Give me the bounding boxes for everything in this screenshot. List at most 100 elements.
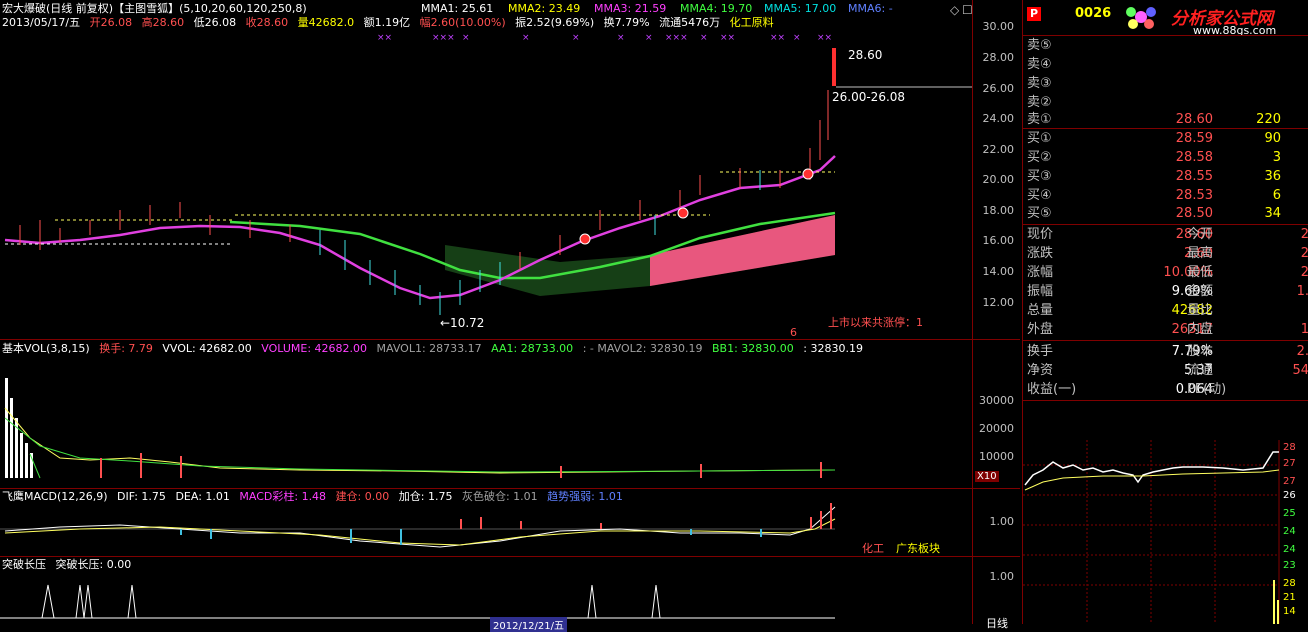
breakout-axis-divider: [972, 557, 973, 624]
bid-vol: 3: [1272, 150, 1281, 165]
bid-label: 买①: [1027, 131, 1052, 146]
bid-row-4[interactable]: 买④ 28.53 6: [1027, 186, 1308, 205]
stat-label: 涨幅: [1027, 265, 1054, 280]
breakout-chart-canvas: [0, 584, 835, 619]
vol-vvol: VVOL: 42682.00: [162, 342, 252, 355]
bid-row-3[interactable]: 买③ 28.55 36: [1027, 167, 1308, 186]
range-label: 26.00-26.08: [832, 90, 906, 104]
quote-change: 幅2.60(10.00%): [419, 16, 506, 29]
mini-tick: 24: [1283, 544, 1296, 555]
quote-low: 低26.08: [193, 16, 237, 29]
stat-label: 内盘: [1187, 322, 1214, 337]
bid-price: 28.58: [1175, 150, 1213, 165]
stock-title: 宏大爆破(日线 前复权)【主图雪狐】: [2, 2, 180, 15]
stat-value: 1.: [1296, 284, 1308, 299]
stat-value: 2: [1300, 227, 1308, 242]
vol-tick: 30000: [979, 394, 1014, 407]
stat-label: 涨跌: [1027, 246, 1054, 261]
stat-label: 流通: [1187, 363, 1214, 378]
stat-label: 总量: [1027, 303, 1054, 318]
svg-text:××: ××: [377, 33, 392, 43]
p-icon: P: [1027, 7, 1041, 21]
vol-title: 基本VOL(3,8,15): [2, 342, 90, 355]
macd-chart-canvas: [0, 503, 836, 548]
stock-code: 0026: [1075, 6, 1112, 21]
price-tick: 12.00: [982, 296, 1015, 309]
price-tick: 16.00: [982, 234, 1015, 247]
svg-text:×: ×: [700, 33, 708, 43]
ask-row-3[interactable]: 卖③: [1027, 74, 1308, 93]
price-tick: 30.00: [982, 20, 1015, 33]
stat-value: 2.: [1296, 344, 1308, 359]
stat-label: 振幅: [1027, 284, 1054, 299]
quote-industry: 化工原料: [729, 16, 774, 29]
bid-label: 买⑤: [1027, 206, 1052, 221]
quote-close: 收28.60: [245, 16, 289, 29]
price-tick: 24.00: [982, 112, 1015, 125]
stat-label: 量比: [1187, 303, 1214, 318]
stat-label: 最高: [1187, 246, 1214, 261]
low-price-label: ←10.72: [440, 316, 485, 330]
vol-last: : 32830.19: [803, 342, 863, 355]
mma1-value: MMA1: 25.61: [421, 2, 494, 15]
sector-guangdong[interactable]: 广东板块: [896, 540, 940, 556]
svg-text:×: ×: [617, 33, 625, 43]
stat-row-outer: 外盘 26317 内盘 1: [1027, 320, 1308, 339]
ask-row-4[interactable]: 卖④: [1027, 55, 1308, 74]
main-axis-divider: [972, 0, 973, 339]
mma5-value: MMA5: 17.00: [764, 2, 837, 15]
stat-row-change: 涨跌 2.60 最高 2: [1027, 244, 1308, 263]
ask-label: 卖④: [1027, 57, 1052, 72]
chevron-down-icon[interactable]: ◇: [950, 3, 959, 17]
cursor-date: 2012/12/21/五: [490, 617, 568, 632]
stock-header: 宏大爆破(日线 前复权)【主图雪狐】(5,10,20,60,120,250,8)…: [2, 2, 893, 16]
intraday-mini-chart: [1023, 440, 1280, 624]
stat-row-price: 现价 28.60 今开 2: [1027, 225, 1308, 244]
bid-row-5[interactable]: 买⑤ 28.50 34: [1027, 204, 1308, 223]
limit-up-count: 上市以来共涨停：1: [828, 316, 923, 329]
sector-chem[interactable]: 化工: [862, 540, 884, 556]
ask-row-1[interactable]: 卖① 28.60 220: [1027, 110, 1308, 129]
stat-label: 现价: [1027, 227, 1054, 242]
mini-tick: 26: [1283, 490, 1296, 501]
breakout-panel[interactable]: 突破长压 突破长压: 0.00 2012/12/21/五 1.00 日线: [0, 557, 1020, 632]
main-chart-panel[interactable]: 宏大爆破(日线 前复权)【主图雪狐】(5,10,20,60,120,250,8)…: [0, 0, 1020, 340]
mma2-value: MMA2: 23.49: [508, 2, 581, 15]
stat-label: 最低: [1187, 265, 1214, 280]
macd-tick: 1.00: [989, 515, 1015, 528]
stat-label: 今开: [1187, 227, 1214, 242]
mini-tick: 23: [1283, 560, 1296, 571]
vol-mavol2: : - MAVOL2: 32830.19: [582, 342, 703, 355]
vol-mavol1: MAVOL1: 28733.17: [376, 342, 482, 355]
bid-price: 28.50: [1175, 206, 1213, 221]
macd-panel[interactable]: 飞鹰MACD(12,26,9) DIF: 1.75 DEA: 1.01 MACD…: [0, 489, 1020, 557]
volume-panel[interactable]: 基本VOL(3,8,15) 换手: 7.79 VVOL: 42682.00 VO…: [0, 340, 1020, 489]
mma6-value: MMA6: -: [848, 2, 893, 15]
stat2-row-turnover: 换手 7.79% 股本 2.: [1027, 342, 1308, 361]
svg-text:××: ××: [770, 33, 785, 43]
price-tick: 20.00: [982, 173, 1015, 186]
ask-row-5[interactable]: 卖⑤: [1027, 36, 1308, 55]
vol-tick: 10000: [979, 450, 1014, 463]
stat-value: 2: [1300, 246, 1308, 261]
order-book-panel: P 0026 分析家公式网 www.88gs.com 卖⑤ 卖④ 卖③ 卖② 卖…: [1022, 0, 1308, 624]
bid-row-2[interactable]: 买② 28.58 3: [1027, 148, 1308, 167]
ask-label: 卖⑤: [1027, 38, 1052, 53]
vol-axis-divider: [972, 340, 973, 488]
quote-line: 2013/05/17/五 开26.08 高28.60 低26.08 收28.60…: [2, 16, 780, 30]
period-label[interactable]: 日线: [986, 615, 1008, 631]
ask-vol: 220: [1256, 112, 1281, 127]
quote-volume: 量42682.0: [297, 16, 355, 29]
bid-price: 28.53: [1175, 188, 1213, 203]
bid-label: 买③: [1027, 169, 1052, 184]
volume-header: 基本VOL(3,8,15) 换手: 7.79 VVOL: 42682.00 VO…: [2, 342, 869, 356]
stat-value: 54: [1292, 363, 1308, 378]
svg-text:×: ×: [522, 33, 530, 43]
bid-row-1[interactable]: 买① 28.59 90: [1027, 129, 1308, 148]
svg-text:×: ×: [793, 33, 801, 43]
stat-value: 2: [1300, 265, 1308, 280]
quote-float: 流通5476万: [659, 16, 721, 29]
ma-params: (5,10,20,60,120,250,8): [179, 2, 307, 15]
mini-tick: 21: [1283, 592, 1296, 603]
mini-tick: 27: [1283, 476, 1296, 487]
